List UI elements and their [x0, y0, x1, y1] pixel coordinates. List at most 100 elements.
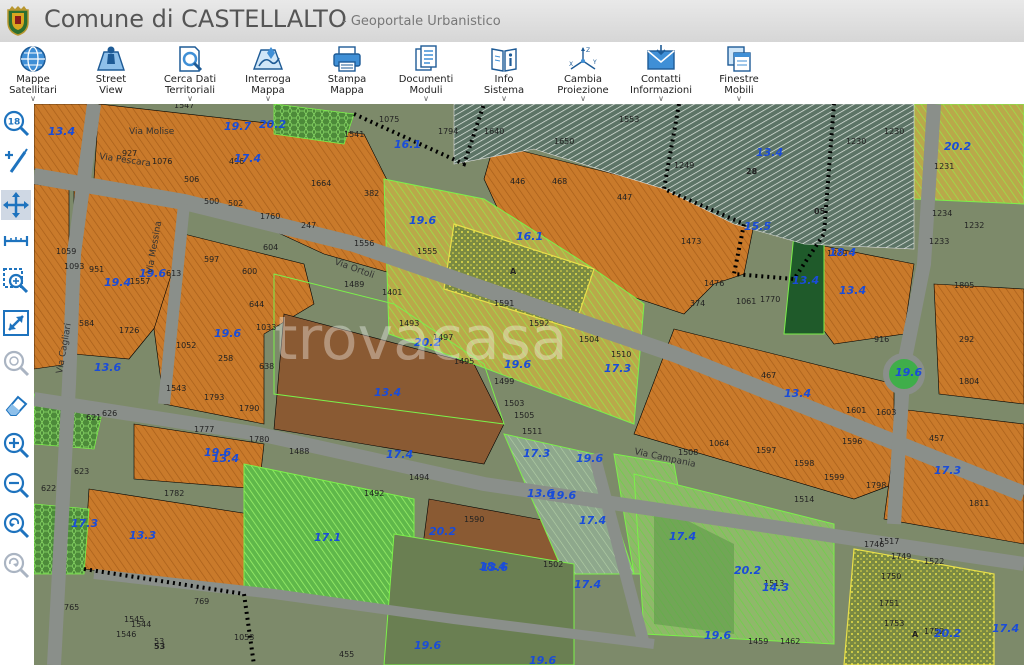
- search-document-icon: [179, 46, 203, 72]
- toolbar-label-line2: Mappa: [330, 85, 364, 96]
- parcel-number: 1064: [709, 439, 729, 448]
- zone-code: 19.6: [576, 452, 603, 465]
- distance-tool-button[interactable]: [1, 226, 31, 256]
- floating-windows-menu[interactable]: Finestre Mobili ∨: [704, 42, 774, 103]
- parcel-number: 1544: [131, 620, 151, 629]
- parcel-number: 1505: [514, 411, 534, 420]
- satellite-maps-menu[interactable]: Mappe Satellitari ∨: [0, 42, 68, 103]
- zoom-previous-button[interactable]: [1, 510, 31, 540]
- contacts-menu[interactable]: Contatti Informazioni ∨: [626, 42, 696, 103]
- pan-arrows-icon: [3, 192, 29, 218]
- map-canvas[interactable]: 1547 1541 1075 1794 1640 1650 1553 1230 927 1076 4…: [34, 104, 1024, 665]
- zone-code: 13.4: [792, 274, 819, 287]
- parcel-number: 621: [86, 413, 101, 422]
- street-view-button[interactable]: Street View: [76, 42, 146, 102]
- print-map-button[interactable]: Stampa Mappa: [312, 42, 382, 102]
- parcel-number: 613: [166, 269, 181, 278]
- parcel-number: 1492: [364, 489, 384, 498]
- app-header: Comune di CASTELLALTO - Geoportale Urban…: [0, 0, 1024, 42]
- parcel-number: 1640: [484, 127, 504, 136]
- printer-icon: [333, 46, 361, 72]
- pan-tool-button[interactable]: [1, 190, 31, 220]
- zoom-box-button[interactable]: [1, 266, 31, 296]
- parcel-number: 1726: [119, 326, 139, 335]
- zoom-level-value: 18: [8, 118, 21, 128]
- chevron-down-icon: ∨: [265, 94, 271, 103]
- zone-code: 15.5: [744, 220, 771, 233]
- parcel-number: 604: [263, 243, 278, 252]
- parcel-number: 1459: [748, 637, 768, 646]
- map-marker-label: A: [912, 630, 919, 639]
- zone-code: 18.4: [829, 246, 856, 259]
- parcel-number: 468: [552, 177, 567, 186]
- full-extent-button[interactable]: [1, 308, 31, 338]
- zoom-in-icon: [3, 432, 30, 459]
- parcel-number: 1553: [619, 115, 639, 124]
- street-name: Via Molise: [129, 127, 175, 137]
- parcel-number: 951: [89, 265, 104, 274]
- zone-code: 17.1: [314, 531, 341, 544]
- parcel-number: 769: [194, 597, 209, 606]
- parcel-number: 1231: [934, 162, 954, 171]
- watermark-text: trovacasa: [274, 304, 568, 374]
- zone-code: 14.3: [762, 581, 789, 594]
- parcel-number: 1596: [842, 437, 862, 446]
- zone-code: 13.6: [481, 561, 508, 574]
- zone-code: 17.4: [579, 514, 606, 527]
- eraser-icon: [5, 395, 28, 416]
- zoom-back-icon: [3, 512, 30, 539]
- search-territorial-data-menu[interactable]: Cerca Dati Territoriali ∨: [155, 42, 225, 103]
- zone-code: 19.6: [409, 214, 436, 227]
- parcel-number: 374: [690, 299, 705, 308]
- toolbar-label-line1: Mappe: [16, 74, 50, 85]
- parcel-number: 1598: [794, 459, 814, 468]
- parcel-number: 1075: [379, 115, 399, 124]
- zone-code: 16.1: [516, 230, 543, 243]
- eraser-button[interactable]: [1, 390, 31, 420]
- parcel-number: 1511: [522, 427, 542, 436]
- map-person-icon: [97, 46, 125, 71]
- zone-code: 20.2: [934, 627, 961, 640]
- zone-code: 17.3: [523, 447, 550, 460]
- chevron-down-icon: ∨: [658, 94, 664, 103]
- parcel-number: 1401: [382, 288, 402, 297]
- parcel-number: 1543: [166, 384, 186, 393]
- parcel-number: 1052: [176, 341, 196, 350]
- parcel-number: 638: [259, 362, 274, 371]
- zoom-next-button[interactable]: [1, 550, 31, 580]
- map-marker-label: 28: [746, 167, 758, 176]
- zoom-in-button[interactable]: [1, 430, 31, 460]
- zone-code: 19.6: [414, 639, 441, 652]
- query-map-menu[interactable]: Interroga Mappa ∨: [233, 42, 303, 103]
- parcel-number: 584: [79, 319, 94, 328]
- parcel-number: 1798: [866, 481, 886, 490]
- parcel-number: 1230: [846, 137, 866, 146]
- system-info-menu[interactable]: Info Sistema ∨: [469, 42, 539, 103]
- parcel-number: 1508: [678, 448, 698, 457]
- parcel-number: 1546: [116, 630, 136, 639]
- svg-text:X: X: [569, 61, 573, 68]
- parcel-number: 1232: [964, 221, 984, 230]
- parcel-number: 1793: [204, 393, 224, 402]
- parcel-number: 1749: [891, 552, 911, 561]
- zoom-level-button[interactable]: 18: [1, 108, 31, 138]
- parcel-number: 1547: [174, 104, 194, 110]
- measure-tool-button[interactable]: [1, 146, 31, 176]
- parcel-number: 1750: [881, 572, 901, 581]
- zoom-out-button[interactable]: [1, 470, 31, 500]
- change-projection-menu[interactable]: ZXY Cambia Proiezione ∨: [548, 42, 618, 103]
- parcel-number: 623: [74, 467, 89, 476]
- zone-code: 20.2: [944, 140, 971, 153]
- toolbar-label-line1: Cambia: [563, 74, 603, 85]
- map-tools-panel: 18: [0, 104, 35, 665]
- parcel-number: 247: [301, 221, 316, 230]
- parcel-number: 1053: [234, 633, 254, 642]
- zone-code: 17.3: [71, 517, 98, 530]
- parcel-number: 1751: [879, 599, 899, 608]
- zoom-disabled-button[interactable]: [1, 348, 31, 378]
- parcel-number: 1777: [194, 425, 214, 434]
- zone-code: 13.4: [212, 452, 239, 465]
- documents-forms-menu[interactable]: Documenti Moduli ∨: [391, 42, 461, 103]
- documents-icon: [415, 45, 437, 71]
- zoom-out-icon: [3, 472, 30, 499]
